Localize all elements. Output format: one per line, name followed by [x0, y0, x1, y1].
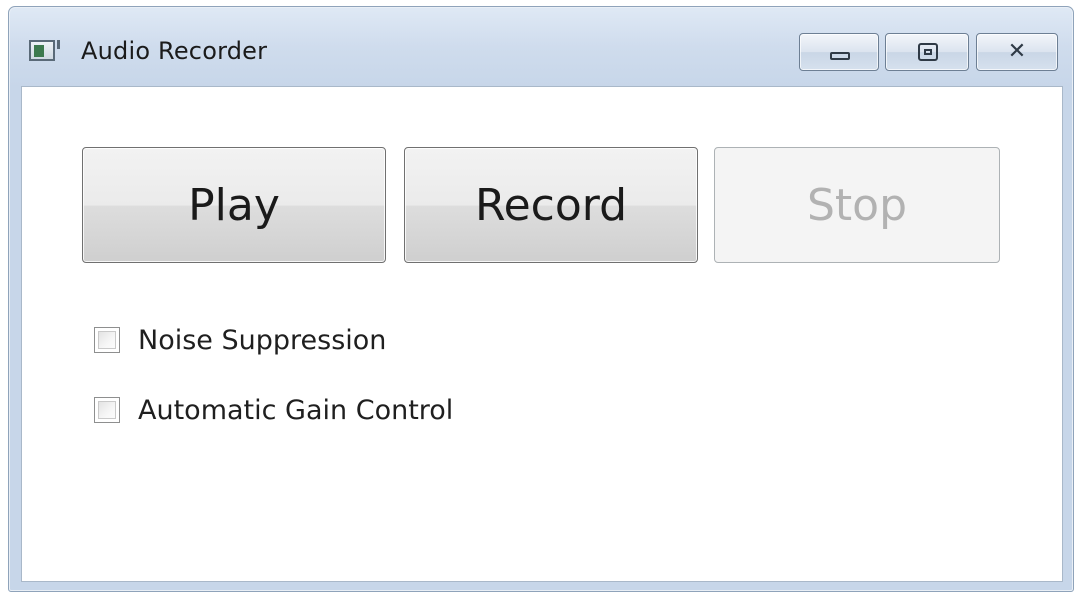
stop-button[interactable]: Stop — [714, 147, 1000, 263]
play-button[interactable]: Play — [82, 147, 386, 263]
app-window: Audio Recorder ✕ Play Record Stop Noise … — [8, 6, 1074, 592]
close-icon: ✕ — [1007, 39, 1027, 64]
maximize-icon — [918, 43, 938, 61]
close-button[interactable]: ✕ — [976, 33, 1058, 71]
minimize-button[interactable] — [799, 33, 879, 71]
noise-suppression-option[interactable]: Noise Suppression — [94, 323, 386, 357]
automatic-gain-control-option[interactable]: Automatic Gain Control — [94, 393, 453, 427]
client-area: Play Record Stop Noise Suppression Autom… — [21, 86, 1063, 582]
minimize-icon — [830, 52, 850, 60]
app-window-icon[interactable] — [29, 40, 60, 61]
record-button[interactable]: Record — [404, 147, 698, 263]
window-title: Audio Recorder — [81, 37, 268, 65]
automatic-gain-control-label[interactable]: Automatic Gain Control — [138, 395, 453, 426]
noise-suppression-checkbox[interactable] — [94, 327, 120, 353]
app-icon-mark — [57, 40, 60, 49]
automatic-gain-control-checkbox[interactable] — [94, 397, 120, 423]
title-bar[interactable]: Audio Recorder ✕ — [9, 7, 1073, 87]
maximize-button[interactable] — [885, 33, 969, 71]
app-icon-screen — [34, 45, 44, 57]
noise-suppression-label[interactable]: Noise Suppression — [138, 325, 386, 356]
